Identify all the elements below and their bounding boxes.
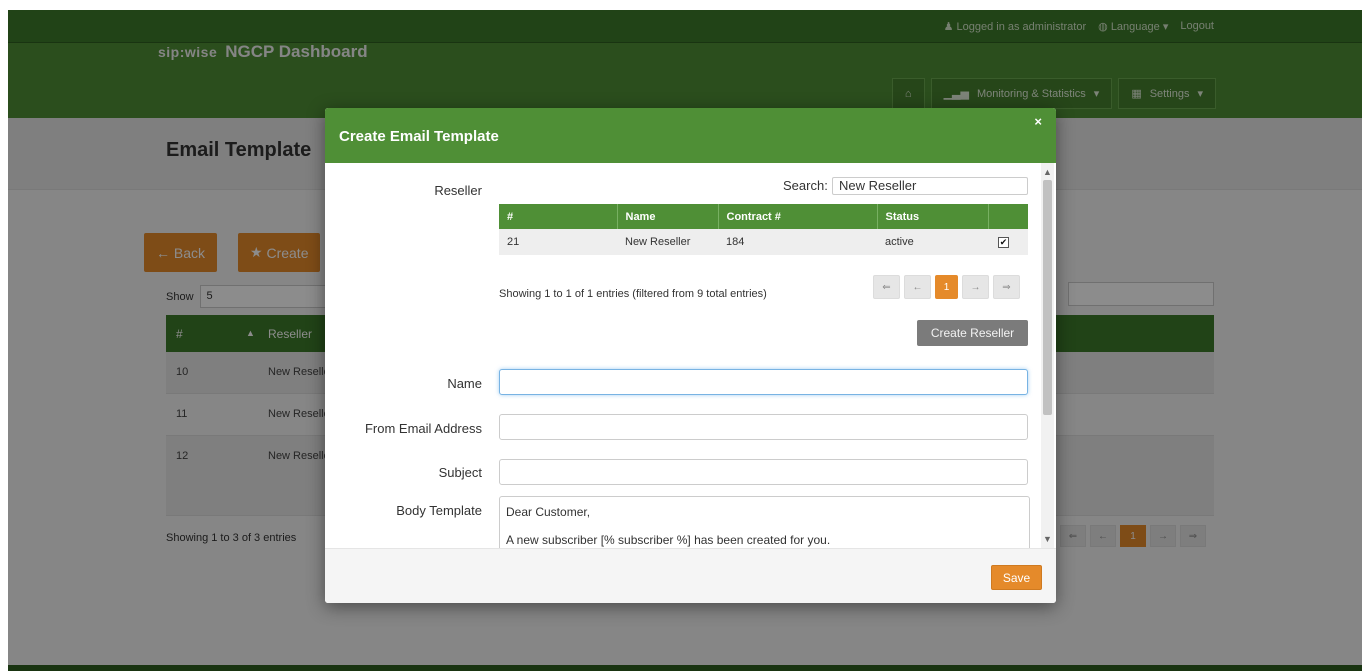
first-page-button[interactable]: ⇐ [873,275,900,299]
modal-header: Create Email Template × [325,108,1056,163]
reseller-table: # Name Contract # Status 21 New Reseller… [499,204,1028,255]
reseller-search-input[interactable]: New Reseller [832,177,1028,195]
reseller-select-checkbox[interactable]: ✔ [998,237,1009,248]
reseller-search-label: Search: [783,178,828,193]
create-email-template-dialog: Create Email Template × Reseller Search:… [325,108,1056,603]
reseller-name: New Reseller [617,229,718,255]
reseller-label: Reseller [434,183,482,198]
reseller-status: active [877,229,988,255]
col-id-header[interactable]: # [499,204,617,229]
col-contract-header[interactable]: Contract # [717,204,877,229]
from-email-label: From Email Address [364,421,482,436]
name-label: Name [447,376,482,391]
modal-title: Create Email Template [339,128,499,145]
subject-label: Subject [438,465,482,480]
prev-page-button[interactable]: ← [904,275,931,299]
col-select-header [987,204,1028,229]
page-1-button[interactable]: 1 [935,275,958,299]
close-icon[interactable]: × [1034,114,1042,129]
col-name-header[interactable]: Name [616,204,718,229]
name-field[interactable] [499,369,1028,395]
reseller-table-header: # Name Contract # Status [499,204,1028,229]
modal-footer: Save [325,548,1056,603]
col-status-header[interactable]: Status [876,204,988,229]
reseller-contract: 184 [718,229,877,255]
create-reseller-button[interactable]: Create Reseller [917,320,1028,346]
body-template-label: Body Template [396,503,482,518]
reseller-id: 21 [499,229,617,255]
reseller-row[interactable]: 21 New Reseller 184 active ✔ [499,229,1028,255]
scroll-thumb[interactable] [1043,180,1052,415]
subject-field[interactable] [499,459,1028,485]
save-button[interactable]: Save [991,565,1042,590]
reseller-table-info: Showing 1 to 1 of 1 entries (filtered fr… [499,288,767,300]
next-page-button[interactable]: → [962,275,989,299]
modal-scrollbar[interactable]: ▲ ▼ [1041,163,1054,548]
scroll-up-icon[interactable]: ▲ [1041,165,1054,179]
scroll-down-icon[interactable]: ▼ [1041,532,1054,546]
reseller-pagination: ⇐ ← 1 → ⇒ [873,275,1020,299]
from-email-field[interactable] [499,414,1028,440]
last-page-button[interactable]: ⇒ [993,275,1020,299]
modal-body: Reseller Search: New Reseller # Name Con… [325,163,1041,548]
body-template-field[interactable]: Dear Customer, A new subscriber [% subsc… [499,496,1030,548]
